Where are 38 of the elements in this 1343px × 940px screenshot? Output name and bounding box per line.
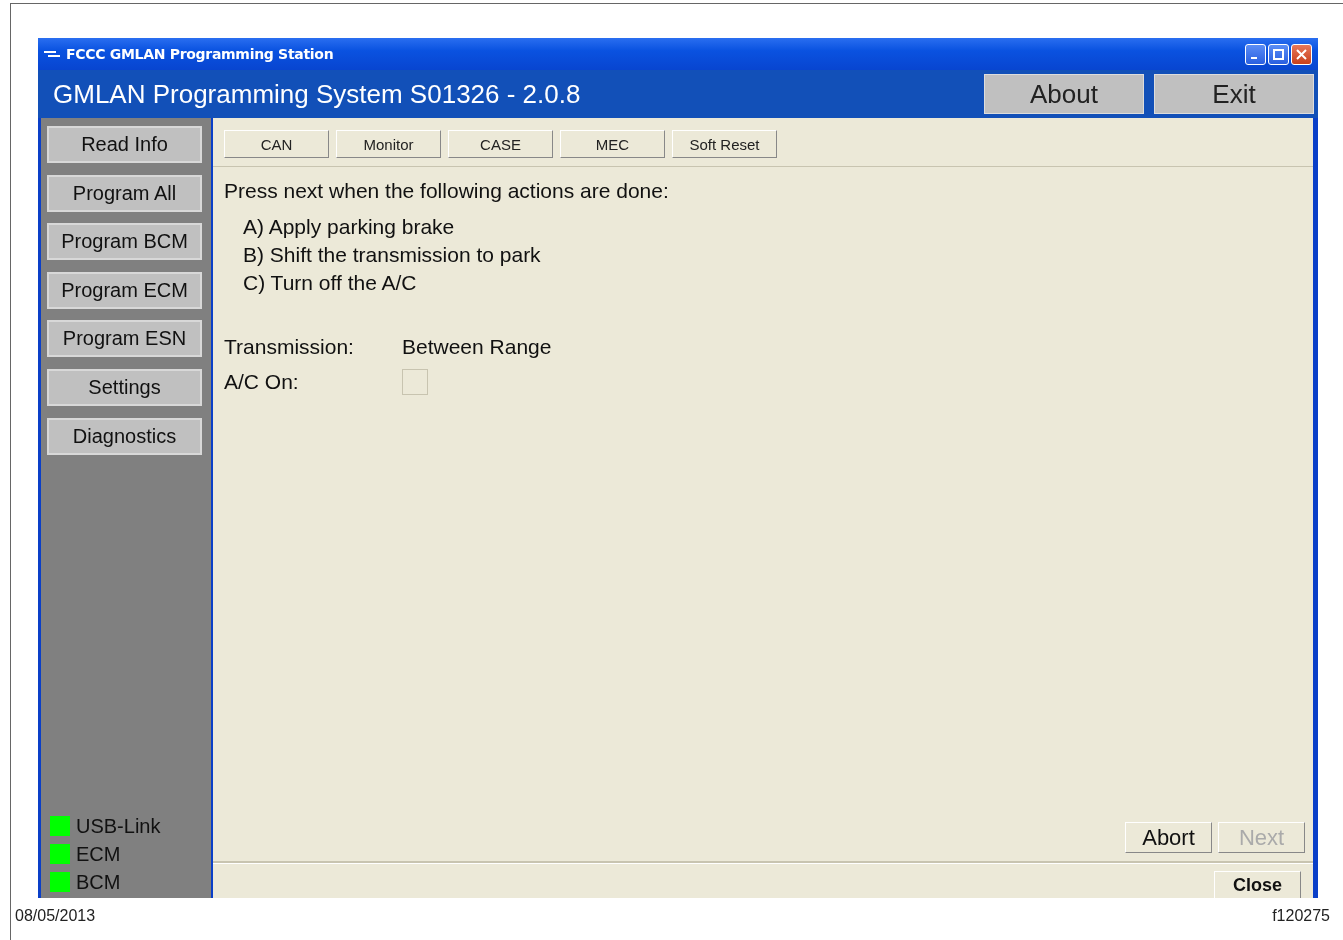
toolbar-button[interactable]: Monitor xyxy=(336,130,441,158)
maximize-icon xyxy=(1273,48,1284,60)
minimize-button[interactable] xyxy=(1245,43,1266,65)
figure-id: f120275 xyxy=(1272,907,1330,925)
checkbox[interactable] xyxy=(402,369,428,395)
maximize-button[interactable] xyxy=(1268,43,1289,65)
window-title: FCCC GMLAN Programming Station xyxy=(66,46,334,62)
instruction-step: C) Turn off the A/C xyxy=(243,269,1305,297)
minimize-icon xyxy=(1251,56,1257,59)
app-icon xyxy=(44,49,60,59)
sidebar-button[interactable]: Program BCM xyxy=(47,223,202,261)
field-label: A/C On: xyxy=(224,370,300,394)
header-button[interactable]: About xyxy=(984,74,1144,114)
field-label: Transmission: xyxy=(224,335,355,359)
status-label: BCM xyxy=(76,870,121,894)
instruction-step: B) Shift the transmission to park xyxy=(243,241,1305,269)
instruction-step: A) Apply parking brake xyxy=(243,213,1305,241)
status-label: USB-Link xyxy=(76,814,161,838)
sidebar-button[interactable]: Read Info xyxy=(47,126,202,163)
action-button[interactable]: Abort xyxy=(1125,822,1212,853)
close-dialog-button[interactable]: Close xyxy=(1214,871,1301,898)
toolbar-button[interactable]: MEC xyxy=(560,130,665,158)
sidebar-button[interactable]: Settings xyxy=(47,368,202,406)
instruction-heading: Press next when the following actions are done: xyxy=(224,179,670,203)
status-label: ECM xyxy=(76,842,121,866)
sidebar-button[interactable]: Program All xyxy=(47,174,202,212)
close-button[interactable] xyxy=(1291,43,1312,65)
header-button[interactable]: Exit xyxy=(1154,74,1314,114)
field-value: Between Range xyxy=(402,335,553,359)
close-icon xyxy=(1296,48,1307,60)
app-title: GMLAN Programming System S01326 - 2.0.8 xyxy=(53,78,581,110)
toolbar-button[interactable]: CASE xyxy=(448,130,553,158)
toolbar-button[interactable]: Soft Reset xyxy=(672,130,777,158)
sidebar-button[interactable]: Diagnostics xyxy=(47,417,202,455)
sidebar-button[interactable]: Program ESN xyxy=(47,320,202,358)
sidebar-button[interactable]: Program ECM xyxy=(47,271,202,309)
footer-date: 08/05/2013 xyxy=(15,907,96,925)
toolbar-button[interactable]: CAN xyxy=(224,130,329,158)
